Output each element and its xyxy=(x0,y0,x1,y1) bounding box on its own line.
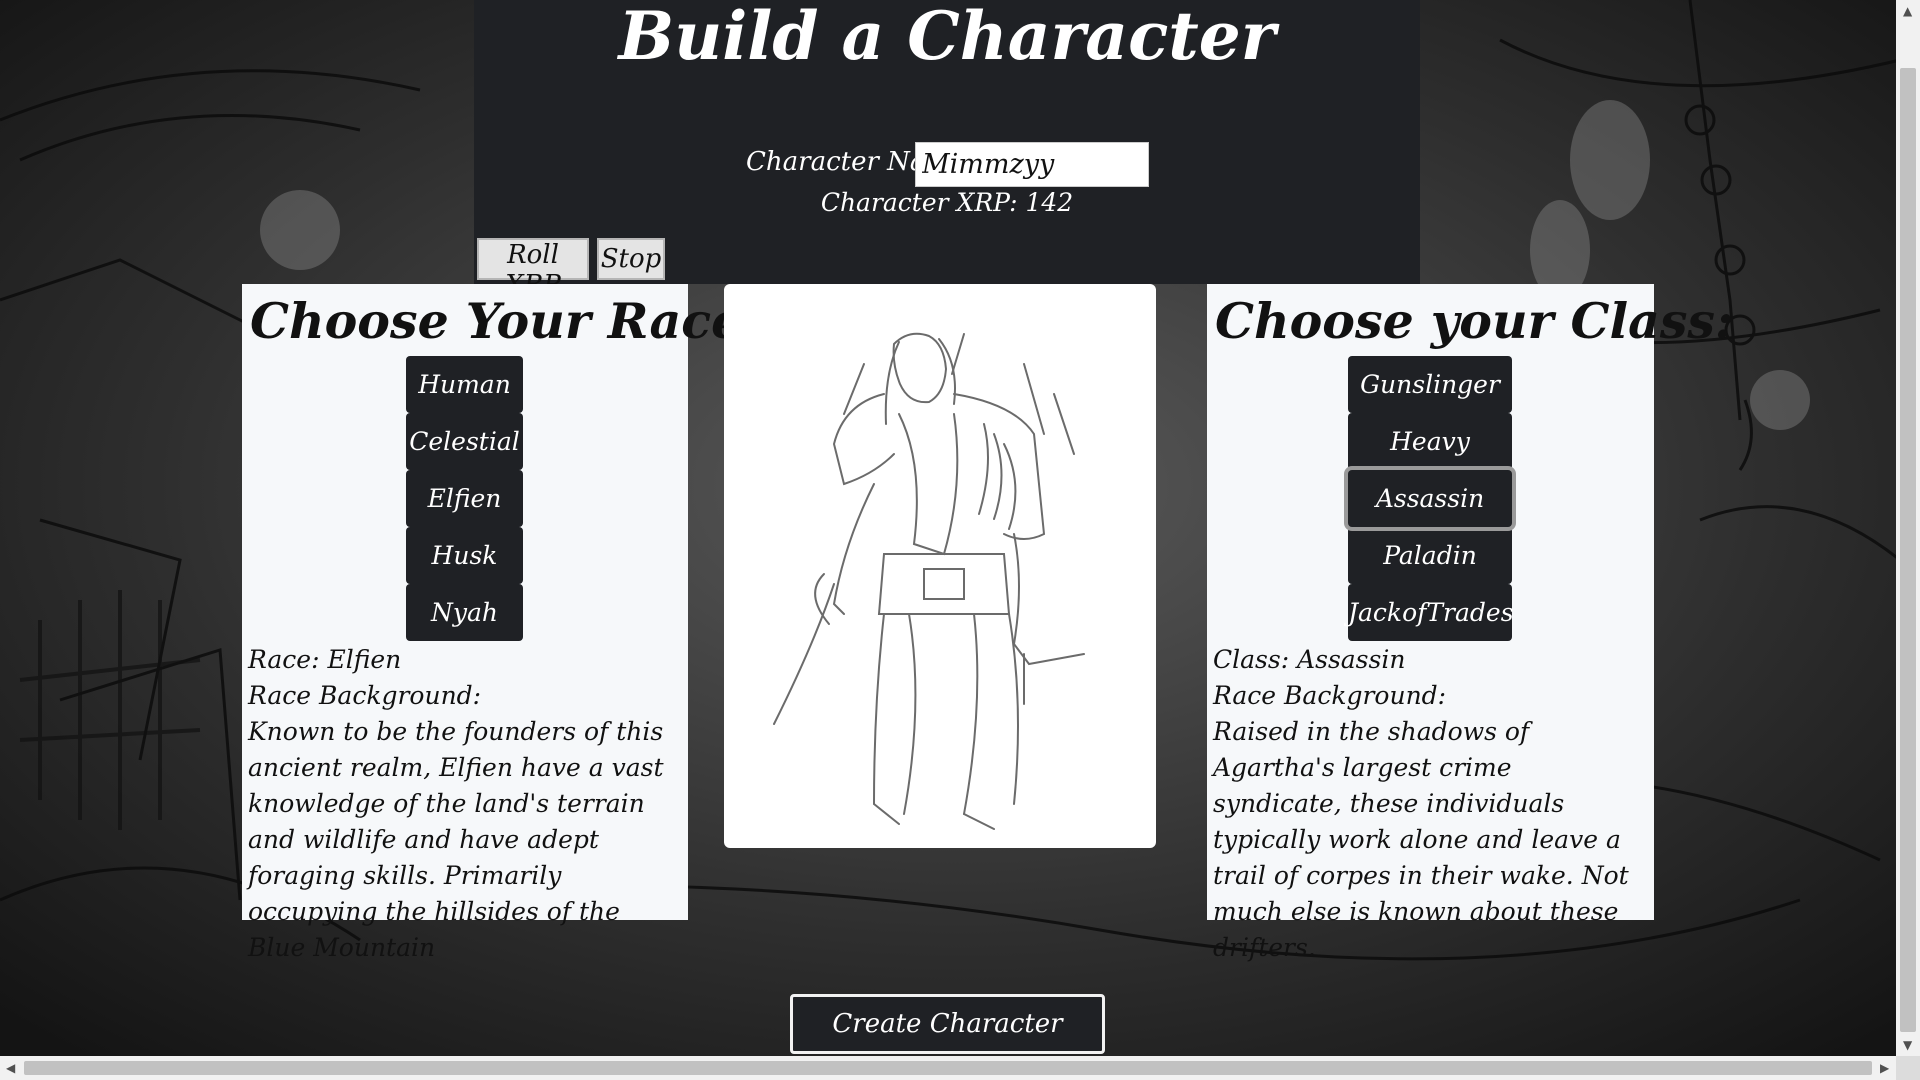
class-option-jackoftrades[interactable]: JackofTrades xyxy=(1348,584,1514,641)
vertical-scrollbar[interactable]: ▲ ▼ xyxy=(1896,0,1920,1056)
race-background-text: Known to be the founders of this ancient… xyxy=(248,717,664,962)
class-selected-text: Class: Assassin xyxy=(1213,645,1406,674)
race-option-celestial[interactable]: Celestial xyxy=(406,413,523,470)
race-info: Race: Elfien Race Background: Known to b… xyxy=(248,642,680,966)
stop-button[interactable]: Stop xyxy=(597,238,665,280)
race-option-human[interactable]: Human xyxy=(406,356,523,413)
race-selected-text: Race: Elfien xyxy=(248,645,402,674)
character-name-input[interactable] xyxy=(915,142,1149,187)
character-xrp-display: Character XRP: 142 xyxy=(820,188,1074,217)
race-option-nyah[interactable]: Nyah xyxy=(406,584,523,641)
scroll-down-arrow-icon[interactable]: ▼ xyxy=(1903,1038,1912,1052)
page-title: Build a Character xyxy=(618,0,1276,75)
race-panel: Choose Your Race: Human Celestial Elfien… xyxy=(242,284,760,962)
create-character-button[interactable]: Create Character xyxy=(790,994,1105,1054)
horizontal-scrollbar[interactable]: ◀ ▶ xyxy=(0,1056,1896,1080)
race-option-husk[interactable]: Husk xyxy=(406,527,523,584)
elf-warrior-sketch xyxy=(773,332,1085,830)
horizontal-scroll-thumb[interactable] xyxy=(24,1061,1872,1075)
race-background-label: Race Background: xyxy=(248,681,482,710)
scrollbar-corner xyxy=(1896,1056,1920,1080)
class-option-gunslinger[interactable]: Gunslinger xyxy=(1348,356,1512,413)
class-panel-heading: Choose your Class: xyxy=(1215,292,1734,350)
race-option-list: Human Celestial Elfien Husk Nyah xyxy=(406,356,523,641)
class-info: Class: Assassin Race Background: Raised … xyxy=(1213,642,1646,966)
class-option-paladin[interactable]: Paladin xyxy=(1348,527,1512,584)
scroll-up-arrow-icon[interactable]: ▲ xyxy=(1903,4,1912,18)
class-option-heavy[interactable]: Heavy xyxy=(1348,413,1512,470)
class-option-list: Gunslinger Heavy Assassin Paladin Jackof… xyxy=(1348,356,1514,641)
character-portrait xyxy=(724,284,1156,848)
class-option-assassin[interactable]: Assassin xyxy=(1348,470,1512,527)
vertical-scroll-thumb[interactable] xyxy=(1900,68,1916,1032)
race-option-elfien[interactable]: Elfien xyxy=(406,470,523,527)
scroll-left-arrow-icon[interactable]: ◀ xyxy=(6,1061,15,1075)
roll-xrp-button[interactable]: Roll XRP xyxy=(477,238,589,300)
class-panel: Choose your Class: Gunslinger Heavy Assa… xyxy=(1207,284,1733,962)
class-background-text: Raised in the shadows of Agartha's large… xyxy=(1213,717,1629,962)
scroll-right-arrow-icon[interactable]: ▶ xyxy=(1880,1061,1889,1075)
class-background-label: Race Background: xyxy=(1213,681,1447,710)
race-panel-heading: Choose Your Race: xyxy=(250,292,761,350)
